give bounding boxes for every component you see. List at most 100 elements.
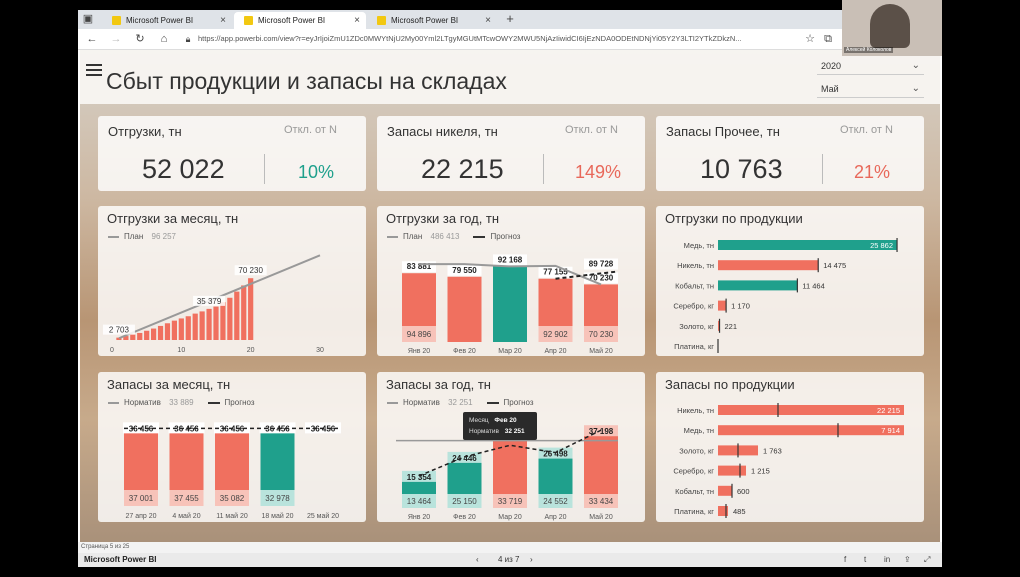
shipments-by-product-chart: Медь, тн 25 862 Никель, тн 14 475 Кобальт, т… bbox=[673, 238, 898, 353]
kpi-card-nickel-stock[interactable]: Запасы никеля, тн Откл. от N 22 215 149% bbox=[377, 116, 645, 191]
plan-label: 70 230 bbox=[589, 330, 614, 339]
category-label: Серебро, кг bbox=[673, 302, 714, 311]
close-tab-icon[interactable]: × bbox=[485, 12, 491, 29]
plan-label: 94 896 bbox=[407, 330, 432, 339]
legend-plan-value: 486 413 bbox=[430, 232, 460, 241]
favorite-icon[interactable]: ☆ bbox=[802, 31, 818, 47]
tick-label: 0 bbox=[110, 347, 114, 354]
kpi-card-shipments[interactable]: Отгрузки, тн Откл. от N 52 022 10% bbox=[98, 116, 366, 191]
home-icon[interactable]: ⌂ bbox=[156, 31, 172, 47]
data-label: 1 763 bbox=[763, 446, 782, 455]
tick-label: 20 bbox=[247, 347, 255, 354]
data-label: 14 475 bbox=[823, 261, 846, 270]
data-label: 13 464 bbox=[407, 497, 432, 506]
share-icon[interactable]: ⇪ bbox=[904, 553, 911, 567]
chart-card-stock-by-product[interactable]: Запасы по продукции Никель, тн 22 215 Медь… bbox=[656, 372, 924, 522]
webcam-overlay: Алексей Колоколов bbox=[842, 0, 942, 56]
tab-actions-icon[interactable]: ▣ bbox=[80, 11, 96, 27]
kpi-card-other-stock[interactable]: Запасы Прочее, тн Откл. от N 10 763 21% bbox=[656, 116, 924, 191]
tab-3[interactable]: Microsoft Power BI × bbox=[367, 12, 497, 29]
data-label: 37 455 bbox=[174, 494, 199, 503]
chart-legend: Норматив 33 889 Прогноз bbox=[108, 398, 255, 407]
twitter-icon[interactable]: t bbox=[864, 553, 866, 567]
bar bbox=[220, 302, 226, 340]
powerbi-logo-icon bbox=[112, 16, 121, 25]
category-label: Никель, тн bbox=[677, 406, 714, 415]
data-label: 221 bbox=[725, 322, 738, 331]
chart-title: Запасы по продукции bbox=[665, 377, 795, 392]
chart-title: Запасы за год, тн bbox=[386, 377, 491, 392]
bar bbox=[199, 311, 205, 340]
collections-icon[interactable]: ⧉ bbox=[820, 31, 836, 47]
powerbi-report: Сбыт продукции и запасы на складах 2020 ⌄… bbox=[80, 50, 940, 542]
chart-legend: Норматив 32 251 Прогноз bbox=[387, 398, 534, 407]
browser-window: ▣ Microsoft Power BI × Microsoft Power BI… bbox=[78, 10, 942, 567]
back-icon[interactable]: ← bbox=[84, 31, 100, 47]
year-slicer[interactable]: 2020 ⌄ bbox=[817, 57, 924, 75]
close-tab-icon[interactable]: × bbox=[220, 12, 226, 29]
tab-2[interactable]: Microsoft Power BI × bbox=[234, 12, 366, 29]
chart-card-yearly-shipments[interactable]: Отгрузки за год, тн План 486 413 Прогноз … bbox=[377, 206, 645, 356]
chart-card-monthly-stock[interactable]: Запасы за месяц, тн Норматив 33 889 Прогн… bbox=[98, 372, 366, 522]
data-label: 35 082 bbox=[220, 494, 245, 503]
menu-icon[interactable] bbox=[86, 64, 102, 78]
legend-forecast-label: Прогноз bbox=[503, 398, 534, 407]
tick-label: Мар 20 bbox=[498, 348, 522, 355]
linkedin-icon[interactable]: in bbox=[884, 553, 890, 567]
tick-label: Апр 20 bbox=[544, 348, 566, 355]
bar bbox=[151, 328, 157, 340]
chart-card-shipments-by-product[interactable]: Отгрузки по продукции Медь, тн 25 862 Нике… bbox=[656, 206, 924, 356]
close-tab-icon[interactable]: × bbox=[354, 12, 360, 29]
facebook-icon[interactable]: f bbox=[844, 553, 846, 567]
bar bbox=[178, 318, 184, 340]
data-label: 1 215 bbox=[751, 467, 770, 476]
tab-2-label: Microsoft Power BI bbox=[258, 16, 326, 25]
chart-card-yearly-stock[interactable]: Запасы за год, тн Норматив 32 251 Прогноз… bbox=[377, 372, 645, 522]
tick-label: Мар 20 bbox=[498, 514, 522, 521]
data-label: 33 719 bbox=[498, 497, 523, 506]
bar bbox=[718, 425, 904, 436]
legend-plan-label: План bbox=[403, 232, 423, 241]
chart-legend: План 96 257 bbox=[108, 232, 176, 241]
next-page-icon[interactable]: › bbox=[530, 553, 533, 567]
bar bbox=[234, 291, 240, 340]
month-slicer[interactable]: Май ⌄ bbox=[817, 80, 924, 98]
tick-label: 30 bbox=[316, 347, 324, 354]
tab-bar: ▣ Microsoft Power BI × Microsoft Power BI… bbox=[78, 10, 942, 29]
chart-title: Отгрузки за месяц, тн bbox=[107, 211, 239, 226]
data-label: 24 552 bbox=[543, 497, 568, 506]
monthly-stock-chart: 37 00136 45627 апр 2037 45536 4564 май 2… bbox=[123, 422, 341, 520]
kpi-deviation-label: Откл. от N bbox=[565, 124, 618, 136]
tick-label: Май 20 bbox=[589, 513, 613, 521]
chart-legend: План 486 413 Прогноз bbox=[387, 232, 520, 241]
tick-label: Фев 20 bbox=[453, 514, 476, 521]
fullscreen-icon[interactable]: ⤢ bbox=[924, 553, 930, 567]
data-label: 25 862 bbox=[870, 241, 893, 250]
tab-1-label: Microsoft Power BI bbox=[126, 16, 194, 25]
kpi-title: Отгрузки, тн bbox=[108, 124, 182, 139]
bar bbox=[157, 325, 164, 340]
forward-icon[interactable]: → bbox=[108, 31, 124, 47]
data-label: 33 434 bbox=[589, 497, 614, 506]
kpi-deviation-label: Откл. от N bbox=[284, 124, 337, 136]
refresh-icon[interactable]: ↻ bbox=[132, 31, 148, 47]
tick-label: 10 bbox=[177, 347, 185, 354]
legend-norm-value: 33 889 bbox=[169, 398, 194, 407]
report-header: Сбыт продукции и запасы на складах 2020 ⌄… bbox=[80, 50, 940, 104]
url-field[interactable]: https://app.powerbi.com/view?r=eyJrIjoiZ… bbox=[198, 32, 798, 46]
category-label: Платина, кг bbox=[674, 507, 714, 516]
prev-page-icon[interactable]: ‹ bbox=[476, 553, 479, 567]
chart-title: Отгрузки за год, тн bbox=[386, 211, 500, 226]
legend-norm-label: Норматив bbox=[403, 398, 440, 407]
stock-by-product-chart: Никель, тн 22 215 Медь, тн 7 914 Золото, кг 1… bbox=[673, 403, 904, 518]
kpi-divider bbox=[264, 154, 265, 184]
tab-1[interactable]: Microsoft Power BI × bbox=[102, 12, 232, 29]
bar bbox=[718, 465, 746, 476]
chevron-down-icon: ⌄ bbox=[911, 83, 920, 94]
bar bbox=[447, 276, 482, 342]
chart-card-monthly-shipments[interactable]: Отгрузки за месяц, тн План 96 257 2 703 3… bbox=[98, 206, 366, 356]
new-tab-icon[interactable]: + bbox=[502, 11, 518, 27]
category-label: Серебро, кг bbox=[673, 467, 714, 476]
legend-norm-label: Норматив bbox=[124, 398, 161, 407]
bar bbox=[241, 285, 247, 340]
